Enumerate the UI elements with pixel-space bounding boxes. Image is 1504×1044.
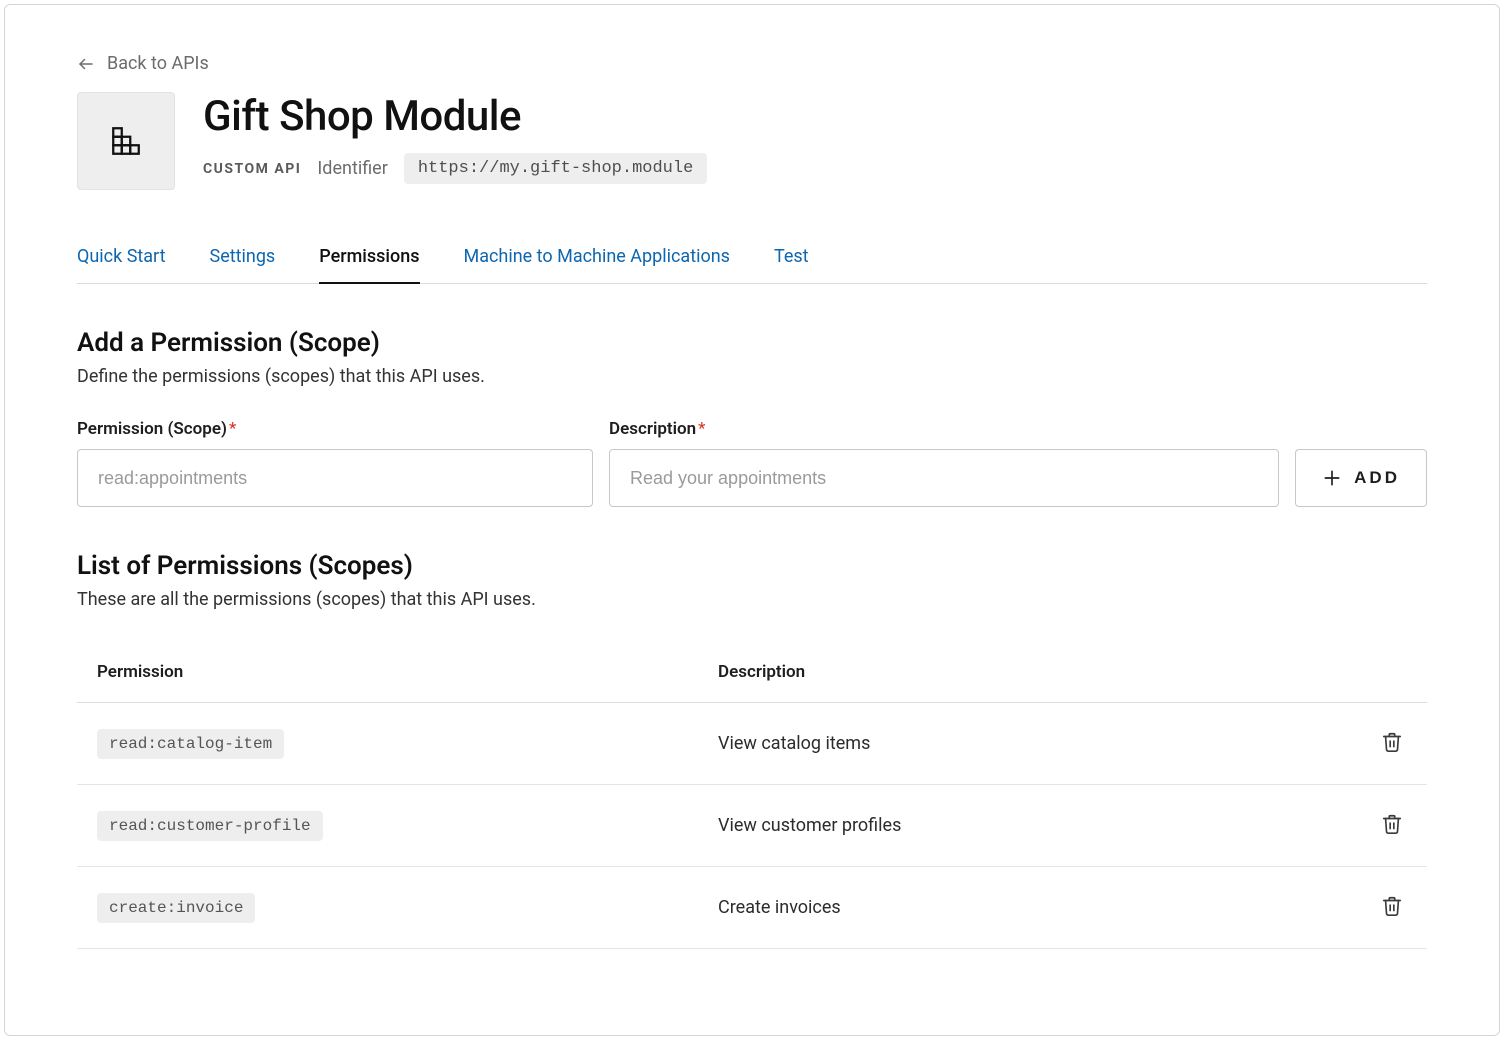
- trash-icon: [1381, 895, 1403, 917]
- plus-icon: [1322, 468, 1342, 488]
- description-label: Description*: [609, 419, 1279, 439]
- permissions-table: Permission Description read:catalog-item…: [77, 642, 1427, 949]
- table-row: read:catalog-item View catalog items: [77, 703, 1427, 785]
- scope-label: Permission (Scope)*: [77, 419, 593, 439]
- table-row: read:customer-profile View customer prof…: [77, 785, 1427, 867]
- trash-icon: [1381, 731, 1403, 753]
- api-type-badge: CUSTOM API: [203, 161, 301, 177]
- back-to-apis-link[interactable]: Back to APIs: [77, 53, 209, 74]
- identifier-label: Identifier: [317, 158, 387, 179]
- api-meta-row: CUSTOM API Identifier https://my.gift-sh…: [203, 153, 707, 184]
- scope-field: Permission (Scope)*: [77, 419, 593, 507]
- tab-permissions[interactable]: Permissions: [319, 246, 419, 283]
- add-permission-title: Add a Permission (Scope): [77, 328, 1427, 358]
- permission-code: create:invoice: [97, 893, 255, 923]
- required-asterisk: *: [698, 419, 705, 439]
- col-header-actions: [1357, 642, 1427, 703]
- api-title: Gift Shop Module: [203, 92, 707, 141]
- page-frame: Back to APIs Gift Shop Module CUSTOM API…: [4, 4, 1500, 1036]
- add-permission-form: Permission (Scope)* Description* ADD: [77, 419, 1427, 507]
- delete-permission-button[interactable]: [1377, 727, 1407, 760]
- add-button[interactable]: ADD: [1295, 449, 1427, 507]
- delete-permission-button[interactable]: [1377, 809, 1407, 842]
- description-label-text: Description: [609, 419, 696, 439]
- list-permissions-subtitle: These are all the permissions (scopes) t…: [77, 589, 1427, 610]
- description-input[interactable]: [609, 449, 1279, 507]
- add-permission-subtitle: Define the permissions (scopes) that thi…: [77, 366, 1427, 387]
- permission-description: View catalog items: [698, 703, 1357, 785]
- list-permissions-title: List of Permissions (Scopes): [77, 551, 1427, 581]
- tab-settings[interactable]: Settings: [210, 246, 276, 283]
- scope-input[interactable]: [77, 449, 593, 507]
- delete-permission-button[interactable]: [1377, 891, 1407, 924]
- permission-code: read:catalog-item: [97, 729, 284, 759]
- title-block: Gift Shop Module CUSTOM API Identifier h…: [203, 92, 707, 184]
- permission-description: View customer profiles: [698, 785, 1357, 867]
- col-header-description: Description: [698, 642, 1357, 703]
- permission-description: Create invoices: [698, 867, 1357, 949]
- required-asterisk: *: [229, 419, 236, 439]
- tab-m2m-apps[interactable]: Machine to Machine Applications: [464, 246, 730, 283]
- tab-test[interactable]: Test: [774, 246, 809, 283]
- add-button-label: ADD: [1354, 468, 1400, 488]
- tab-bar: Quick Start Settings Permissions Machine…: [77, 246, 1427, 284]
- description-field: Description*: [609, 419, 1279, 507]
- col-header-permission: Permission: [77, 642, 698, 703]
- trash-icon: [1381, 813, 1403, 835]
- api-header: Gift Shop Module CUSTOM API Identifier h…: [77, 92, 1427, 190]
- tab-quick-start[interactable]: Quick Start: [77, 246, 166, 283]
- api-icon: [109, 124, 143, 158]
- scope-label-text: Permission (Scope): [77, 419, 227, 439]
- back-label: Back to APIs: [107, 53, 209, 74]
- api-icon-box: [77, 92, 175, 190]
- identifier-value: https://my.gift-shop.module: [404, 153, 707, 184]
- arrow-left-icon: [77, 55, 95, 73]
- table-row: create:invoice Create invoices: [77, 867, 1427, 949]
- permission-code: read:customer-profile: [97, 811, 323, 841]
